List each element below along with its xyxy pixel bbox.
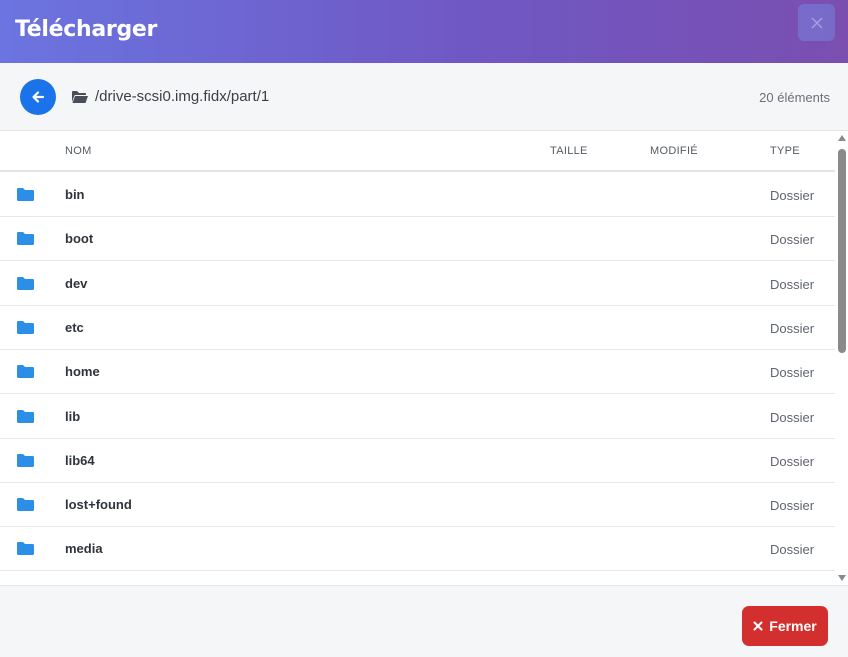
- dialog-footer: Fermer: [0, 585, 848, 657]
- table-row[interactable]: media Dossier: [0, 527, 835, 572]
- item-count: 20 éléments: [759, 90, 830, 105]
- column-header-name[interactable]: NOM: [65, 145, 92, 157]
- row-name: lib64: [65, 452, 95, 468]
- folder-icon: [16, 276, 35, 296]
- column-header-modified[interactable]: MODIFIÉ: [650, 145, 698, 157]
- table-scrollbar[interactable]: [835, 131, 848, 585]
- scroll-up-arrow-icon[interactable]: [838, 135, 846, 141]
- folder-icon: [16, 541, 35, 561]
- scrollbar-thumb[interactable]: [838, 149, 846, 353]
- current-path: /drive-scsi0.img.fidx/part/1: [95, 88, 270, 105]
- table-row[interactable]: bin Dossier: [0, 173, 835, 217]
- folder-icon: [16, 409, 35, 429]
- row-name: etc: [65, 319, 84, 335]
- dialog-header: Télécharger: [0, 0, 848, 63]
- table-row[interactable]: lib64 Dossier: [0, 438, 835, 483]
- row-name: home: [65, 364, 100, 380]
- row-type: Dossier: [770, 232, 815, 248]
- row-type: Dossier: [770, 409, 815, 425]
- folder-icon: [16, 364, 35, 384]
- row-name: media: [65, 541, 103, 557]
- folder-icon: [16, 231, 35, 251]
- folder-icon: [16, 497, 35, 517]
- row-type: Dossier: [770, 188, 815, 203]
- close-icon: [810, 16, 823, 29]
- folder-icon: [16, 320, 35, 340]
- table-row[interactable]: boot Dossier: [0, 217, 835, 262]
- fermer-button[interactable]: Fermer: [742, 606, 828, 646]
- scroll-down-arrow-icon[interactable]: [838, 575, 846, 581]
- table-header: NOM TAILLE MODIFIÉ TYPE: [0, 131, 835, 172]
- table-row[interactable]: lib Dossier: [0, 394, 835, 439]
- row-type: Dossier: [770, 542, 815, 558]
- folder-open-icon: [72, 91, 88, 103]
- path-bar: /drive-scsi0.img.fidx/part/1 20 éléments: [0, 63, 848, 131]
- table-row[interactable]: dev Dossier: [0, 261, 835, 306]
- row-name: lost+found: [65, 497, 132, 513]
- table-row[interactable]: home Dossier: [0, 350, 835, 395]
- column-header-type[interactable]: TYPE: [770, 145, 800, 157]
- row-type: Dossier: [770, 498, 815, 514]
- dialog-title: Télécharger: [15, 17, 158, 42]
- row-name: boot: [65, 231, 94, 247]
- folder-icon: [16, 453, 35, 473]
- row-name: dev: [65, 275, 88, 291]
- fermer-label: Fermer: [769, 618, 817, 634]
- row-type: Dossier: [770, 320, 815, 336]
- table-row[interactable]: [0, 571, 835, 585]
- column-header-size[interactable]: TAILLE: [550, 145, 588, 157]
- folder-icon: [16, 187, 35, 207]
- table-row[interactable]: etc Dossier: [0, 305, 835, 350]
- table-row[interactable]: lost+found Dossier: [0, 483, 835, 528]
- row-type: Dossier: [770, 365, 815, 381]
- back-button[interactable]: [20, 79, 56, 115]
- row-type: Dossier: [770, 453, 815, 469]
- dialog-close-button[interactable]: [798, 4, 835, 41]
- file-table: NOM TAILLE MODIFIÉ TYPE bin Dossier boot Do…: [0, 131, 835, 585]
- close-icon: [753, 621, 763, 631]
- row-type: Dossier: [770, 276, 815, 292]
- arrow-left-icon: [32, 91, 45, 103]
- row-name: bin: [65, 187, 85, 202]
- row-name: lib: [65, 408, 81, 424]
